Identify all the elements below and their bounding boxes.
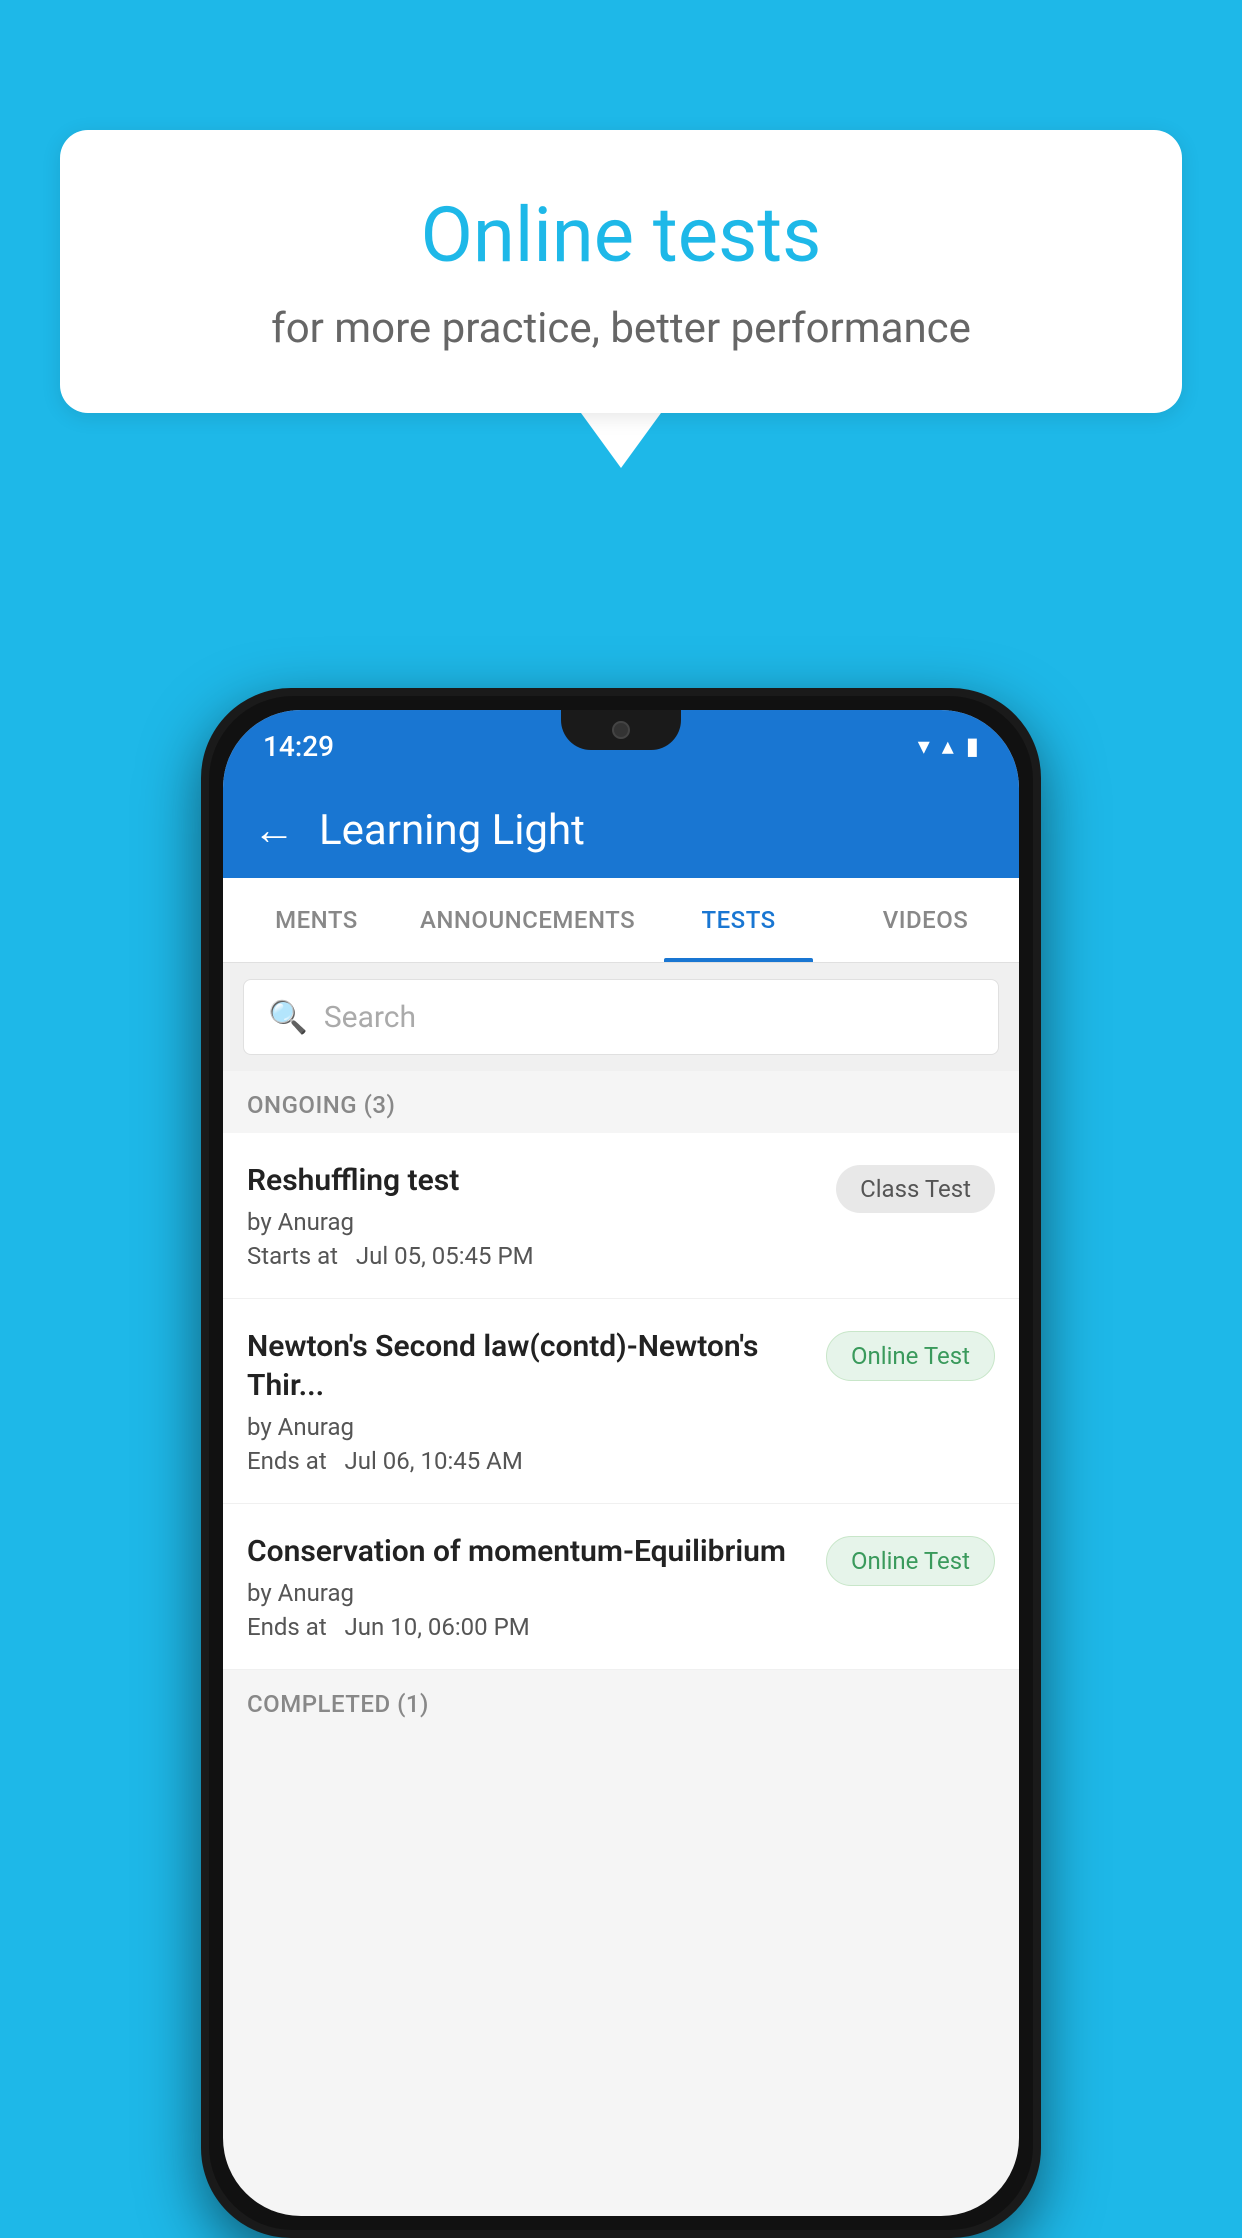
test-badge-class: Class Test (836, 1165, 995, 1213)
completed-label: COMPLETED (1) (247, 1690, 429, 1718)
test-badge-online: Online Test (826, 1331, 995, 1381)
completed-section-header: COMPLETED (1) (223, 1670, 1019, 1732)
status-bar: 14:29 ▾ ▴ ▮ (223, 710, 1019, 782)
test-item[interactable]: Reshuffling test by Anurag Starts at Jul… (223, 1133, 1019, 1299)
test-author: by Anurag (247, 1208, 820, 1236)
speech-bubble-section: Online tests for more practice, better p… (60, 130, 1182, 468)
test-list: Reshuffling test by Anurag Starts at Jul… (223, 1133, 1019, 1670)
test-badge-online-2: Online Test (826, 1536, 995, 1586)
phone-screen: 14:29 ▾ ▴ ▮ ← Learning Light MENTS ANNOU… (223, 710, 1019, 2216)
signal-icon: ▴ (942, 732, 954, 760)
phone-frame: 14:29 ▾ ▴ ▮ ← Learning Light MENTS ANNOU… (201, 688, 1041, 2238)
test-time-value: Jul 05, 05:45 PM (356, 1242, 534, 1270)
test-time-label: Starts at (247, 1242, 338, 1270)
test-time-label: Ends at (247, 1613, 327, 1641)
ongoing-section-header: ONGOING (3) (223, 1071, 1019, 1133)
search-container: 🔍 Search (223, 963, 1019, 1071)
camera (612, 721, 630, 739)
test-time: Starts at Jul 05, 05:45 PM (247, 1242, 820, 1270)
test-info: Reshuffling test by Anurag Starts at Jul… (247, 1161, 820, 1270)
ongoing-label: ONGOING (3) (247, 1091, 395, 1119)
phone-container: 14:29 ▾ ▴ ▮ ← Learning Light MENTS ANNOU… (201, 688, 1041, 2238)
speech-bubble-subtitle: for more practice, better performance (130, 304, 1112, 353)
test-author: by Anurag (247, 1413, 810, 1441)
test-info: Newton's Second law(contd)-Newton's Thir… (247, 1327, 810, 1475)
tab-tests[interactable]: TESTS (645, 878, 832, 962)
test-time-value: Jul 06, 10:45 AM (345, 1447, 523, 1475)
app-bar: ← Learning Light (223, 782, 1019, 878)
test-time: Ends at Jul 06, 10:45 AM (247, 1447, 810, 1475)
battery-icon: ▮ (966, 732, 979, 760)
tabs-container: MENTS ANNOUNCEMENTS TESTS VIDEOS (223, 878, 1019, 963)
back-button[interactable]: ← (253, 806, 295, 855)
tab-videos[interactable]: VIDEOS (832, 878, 1019, 962)
test-title: Reshuffling test (247, 1161, 820, 1200)
test-time: Ends at Jun 10, 06:00 PM (247, 1613, 810, 1641)
test-time-label: Ends at (247, 1447, 327, 1475)
wifi-icon: ▾ (918, 732, 930, 760)
speech-bubble-arrow (581, 413, 661, 468)
test-title: Newton's Second law(contd)-Newton's Thir… (247, 1327, 810, 1405)
speech-bubble: Online tests for more practice, better p… (60, 130, 1182, 413)
test-info: Conservation of momentum-Equilibrium by … (247, 1532, 810, 1641)
status-icons: ▾ ▴ ▮ (918, 732, 979, 760)
search-icon: 🔍 (268, 998, 308, 1036)
status-time: 14:29 (263, 730, 334, 763)
search-placeholder: Search (324, 1000, 416, 1035)
test-time-value: Jun 10, 06:00 PM (345, 1613, 530, 1641)
test-item[interactable]: Conservation of momentum-Equilibrium by … (223, 1504, 1019, 1670)
search-bar[interactable]: 🔍 Search (243, 979, 999, 1055)
app-bar-title: Learning Light (319, 806, 585, 855)
test-author: by Anurag (247, 1579, 810, 1607)
test-title: Conservation of momentum-Equilibrium (247, 1532, 810, 1571)
phone-inner: 14:29 ▾ ▴ ▮ ← Learning Light MENTS ANNOU… (209, 696, 1033, 2230)
test-item[interactable]: Newton's Second law(contd)-Newton's Thir… (223, 1299, 1019, 1504)
speech-bubble-title: Online tests (130, 190, 1112, 280)
notch (561, 710, 681, 750)
tab-ments[interactable]: MENTS (223, 878, 410, 962)
tab-announcements[interactable]: ANNOUNCEMENTS (410, 878, 645, 962)
